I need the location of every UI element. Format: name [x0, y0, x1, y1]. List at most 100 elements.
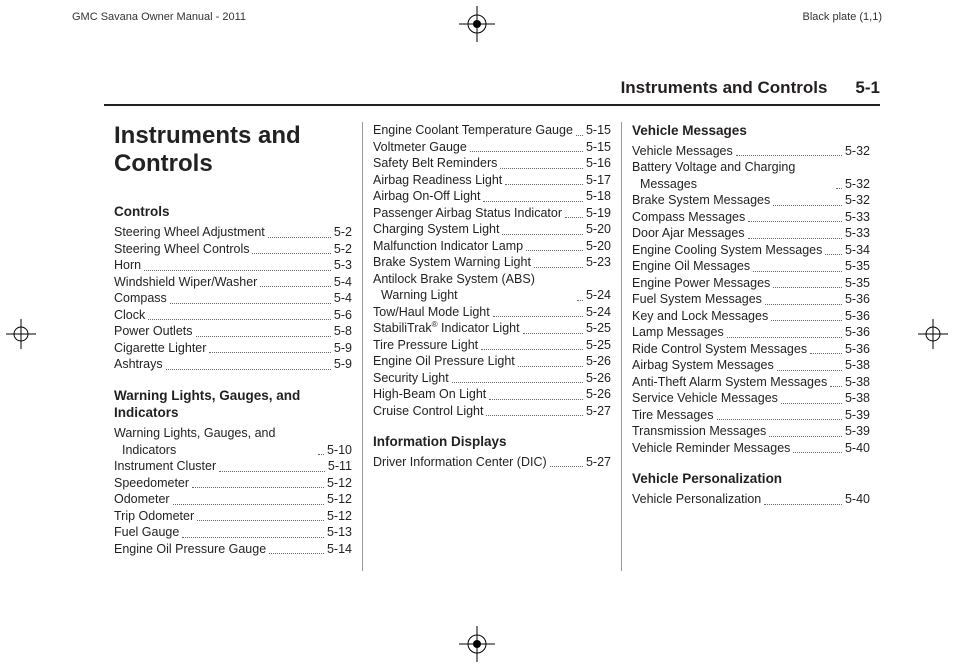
- toc-entry-label: Door Ajar Messages: [632, 225, 745, 242]
- toc-entry-label: Safety Belt Reminders: [373, 155, 497, 172]
- toc-entry: Ashtrays5-9: [114, 356, 352, 373]
- toc-entry-page: 5-2: [334, 224, 352, 241]
- toc-entry-page: 5-16: [586, 155, 611, 172]
- toc-entry-label: Instrument Cluster: [114, 458, 216, 475]
- toc-leader-dots: [219, 471, 325, 472]
- toc-entry: Odometer5-12: [114, 491, 352, 508]
- toc-leader-dots: [793, 452, 842, 453]
- toc-entry: Engine Oil Pressure Light5-26: [373, 353, 611, 370]
- toc-leader-dots: [810, 353, 842, 354]
- toc-column-1: Instruments and Controls Controls Steeri…: [104, 122, 362, 571]
- toc-entry: Engine Power Messages 5-35: [632, 275, 870, 292]
- toc-entry: Tire Pressure Light5-25: [373, 337, 611, 354]
- toc-entry-page: 5-26: [586, 353, 611, 370]
- toc-entry-page: 5-38: [845, 357, 870, 374]
- toc-entry: StabiliTrak® Indicator Light5-25: [373, 320, 611, 337]
- registration-mark-left: [6, 319, 36, 349]
- toc-entry: Safety Belt Reminders 5-16: [373, 155, 611, 172]
- section-controls: Controls Steering Wheel Adjustment5-2Ste…: [114, 203, 352, 372]
- toc-entry-page: 5-11: [328, 458, 352, 475]
- toc-entry: High-Beam On Light5-26: [373, 386, 611, 403]
- toc-entry-label: Power Outlets: [114, 323, 193, 340]
- toc-leader-dots: [748, 238, 842, 239]
- toc-entry-label: Trip Odometer: [114, 508, 194, 525]
- toc-entry-page: 5-12: [327, 475, 352, 492]
- toc-leader-dots: [489, 399, 583, 400]
- toc-entry-page: 5-33: [845, 225, 870, 242]
- toc-entry-label: Fuel Gauge: [114, 524, 179, 541]
- toc-entry: Charging System Light5-20: [373, 221, 611, 238]
- toc-entry: Engine Cooling System Messages5-34: [632, 242, 870, 259]
- toc-entry-label: Voltmeter Gauge: [373, 139, 467, 156]
- toc-entry-page: 5-32: [845, 192, 870, 209]
- toc-leader-dots: [765, 304, 842, 305]
- toc-entry: Power Outlets5-8: [114, 323, 352, 340]
- toc-entry-page: 5-36: [845, 341, 870, 358]
- toc-leader-dots: [500, 168, 583, 169]
- toc-leader-dots: [777, 370, 842, 371]
- toc-entry: Door Ajar Messages 5-33: [632, 225, 870, 242]
- toc-entry-label: Odometer: [114, 491, 170, 508]
- toc-entry: Anti-Theft Alarm System Messages5-38: [632, 374, 870, 391]
- toc-entry-label: Windshield Wiper/Washer: [114, 274, 257, 291]
- toc-entry-page: 5-19: [586, 205, 611, 222]
- toc-leader-dots: [736, 155, 842, 156]
- toc-entry-label: Airbag System Messages: [632, 357, 774, 374]
- toc-entry-page: 5-6: [334, 307, 352, 324]
- toc-entry: Tow/Haul Mode Light5-24: [373, 304, 611, 321]
- toc-entry-label: Engine Power Messages: [632, 275, 770, 292]
- toc-entry-page: 5-24: [586, 287, 611, 304]
- section-information-displays: Information Displays Driver Information …: [373, 433, 611, 470]
- toc-entry-label: Ashtrays: [114, 356, 163, 373]
- toc-entry-label: Malfunction Indicator Lamp: [373, 238, 523, 255]
- toc-entry-page: 5-18: [586, 188, 611, 205]
- toc-entry-label: Steering Wheel Adjustment: [114, 224, 265, 241]
- toc-entry-label: Compass Messages: [632, 209, 745, 226]
- toc-leader-dots: [170, 303, 331, 304]
- toc-entry-page: 5-36: [845, 308, 870, 325]
- toc-entry-label: Tire Messages: [632, 407, 714, 424]
- toc-leader-dots: [550, 466, 583, 467]
- toc-entry-label: Charging System Light: [373, 221, 499, 238]
- toc-column-2: Engine Coolant Temperature Gauge5-15Volt…: [362, 122, 621, 571]
- toc-leader-dots: [727, 337, 842, 338]
- toc-leader-dots: [523, 333, 583, 334]
- plate-info: Black plate (1,1): [803, 11, 882, 23]
- toc-entry: Cigarette Lighter5-9: [114, 340, 352, 357]
- toc-entry-label: Cruise Control Light: [373, 403, 483, 420]
- toc-leader-dots: [565, 217, 583, 218]
- toc-entry: Security Light5-26: [373, 370, 611, 387]
- section-heading: Controls: [114, 203, 352, 221]
- toc-entry: Airbag System Messages 5-38: [632, 357, 870, 374]
- toc-entry-label: Driver Information Center (DIC): [373, 454, 547, 471]
- toc-leader-dots: [717, 419, 842, 420]
- print-header: GMC Savana Owner Manual - 2011 Black pla…: [72, 11, 882, 23]
- toc-entry: Compass5-4: [114, 290, 352, 307]
- toc-entry-page: 5-35: [845, 275, 870, 292]
- toc-entry: Vehicle Personalization5-40: [632, 491, 870, 508]
- toc-entry-page: 5-32: [845, 176, 870, 193]
- toc-entry: Malfunction Indicator Lamp5-20: [373, 238, 611, 255]
- toc-entry: Fuel System Messages5-36: [632, 291, 870, 308]
- manual-title: GMC Savana Owner Manual - 2011: [72, 11, 246, 23]
- chapter-title: Instruments and Controls: [114, 122, 352, 177]
- section-heading: Vehicle Messages: [632, 122, 870, 140]
- toc-entry-label: Cigarette Lighter: [114, 340, 206, 357]
- toc-entry: Brake System Warning Light5-23: [373, 254, 611, 271]
- toc-entry-page: 5-17: [586, 172, 611, 189]
- toc-leader-dots: [269, 553, 324, 554]
- toc-entry-page: 5-26: [586, 370, 611, 387]
- toc-entry: Speedometer5-12: [114, 475, 352, 492]
- toc-entry-label: Transmission Messages: [632, 423, 766, 440]
- section-warning-part2: Engine Coolant Temperature Gauge5-15Volt…: [373, 122, 611, 419]
- toc-entry: Vehicle Reminder Messages5-40: [632, 440, 870, 457]
- toc-entry-page: 5-38: [845, 390, 870, 407]
- toc-entry-page: 5-27: [586, 454, 611, 471]
- toc-leader-dots: [483, 201, 583, 202]
- toc-column-3: Vehicle Messages Vehicle Messages5-32Bat…: [621, 122, 880, 571]
- toc-entry-label: Compass: [114, 290, 167, 307]
- toc-entry-page: 5-4: [334, 274, 352, 291]
- toc-entry: Engine Oil Messages5-35: [632, 258, 870, 275]
- toc-entry-page: 5-33: [845, 209, 870, 226]
- toc-entry-page: 5-38: [845, 374, 870, 391]
